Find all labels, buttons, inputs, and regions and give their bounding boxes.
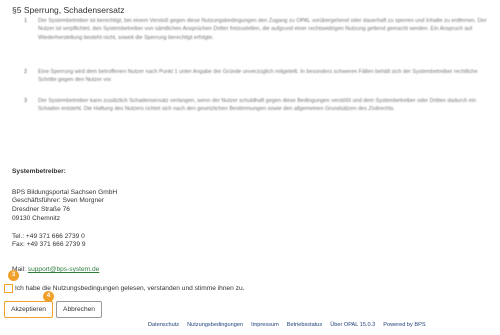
operator-info: Systembetreiber: BPS Bildungsportal Sach… [12,168,117,250]
consent-checkbox[interactable] [4,284,13,293]
footer-links: Datenschutz Nutzungsbedingungen Impressu… [148,322,426,328]
operator-street: Dresdner Straße 76 [12,206,70,214]
operator-ceo: Geschäftsführer: Sven Morgner [12,197,104,205]
paragraph-number: 2 [24,69,28,75]
accept-button[interactable]: Akzeptieren [4,301,53,318]
footer-link-imprint[interactable]: Impressum [251,322,279,328]
footer-link-terms[interactable]: Nutzungsbedingungen [187,322,243,328]
step-badge-icon: 3 [8,270,19,281]
section-title: §5 Sperrung, Schadensersatz [12,5,125,15]
operator-city: 09130 Chemnitz [12,214,61,222]
paragraph-text: Eine Sperrung wird dem betroffenen Nutze… [38,69,478,84]
terms-paragraph: 2 Eine Sperrung wird dem betroffenen Nut… [24,68,494,85]
paragraph-text: Der Systembetreiber kann zusätzlich Scha… [38,98,477,113]
paragraph-text: Der Systembetreiber ist berechtigt, bei … [38,18,487,41]
terms-paragraph: 3 Der Systembetreiber kann zusätzlich Sc… [24,97,494,114]
paragraph-number: 1 [24,18,28,24]
footer-link-privacy[interactable]: Datenschutz [148,322,179,328]
operator-company: BPS Bildungsportal Sachsen GmbH [12,188,118,196]
email-row: Mail: support@bps-system.de [12,266,99,273]
operator-fax: Fax: +49 371 666 2739 9 [12,241,86,249]
footer-link-status[interactable]: Betriebsstatus [287,322,322,328]
operator-label: Systembetreiber: [12,168,66,175]
email-link[interactable]: support@bps-system.de [28,266,100,273]
terms-paragraph: 1 Der Systembetreiber ist berechtigt, be… [24,17,494,42]
footer-link-about[interactable]: Über OPAL 15.0.3 [330,322,375,328]
operator-tel: Tel.: +49 371 666 2739 0 [12,232,85,240]
paragraph-number: 3 [24,98,28,104]
consent-row[interactable]: Ich habe die Nutzungsbedingungen gelesen… [4,284,244,293]
step-badge-icon: 4 [43,291,54,302]
cancel-button[interactable]: Abbrechen [56,301,102,318]
footer-link-powered[interactable]: Powered by BPS [383,322,425,328]
